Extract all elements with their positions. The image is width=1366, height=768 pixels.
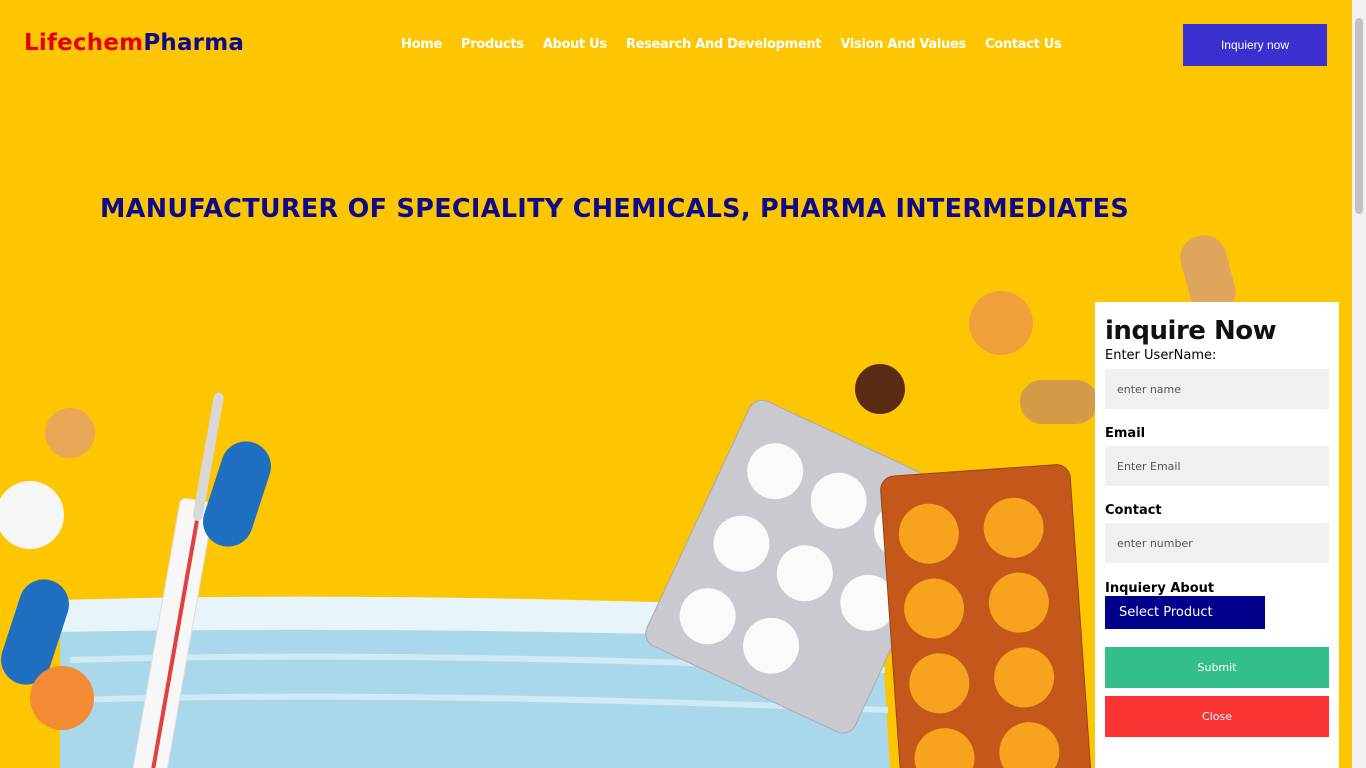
inquiry-form-panel: inquire Now Enter UserName: enter name E…: [1095, 302, 1339, 768]
nav-about-us[interactable]: About Us: [543, 37, 607, 52]
email-input[interactable]: Enter Email: [1105, 446, 1329, 486]
form-title: inquire Now: [1105, 316, 1277, 346]
logo-part-1: Lifechem: [24, 30, 144, 56]
contact-label: Contact: [1105, 503, 1162, 518]
nav-research[interactable]: Research And Development: [626, 37, 822, 52]
main-nav: Home Products About Us Research And Deve…: [401, 37, 1080, 52]
scrollbar-thumb[interactable]: [1355, 18, 1363, 214]
submit-button[interactable]: Submit: [1105, 647, 1329, 688]
hero-headline: MANUFACTURER OF SPECIALITY CHEMICALS, PH…: [100, 194, 1130, 224]
inquiry-about-label: Inquiery About: [1105, 581, 1215, 596]
close-button[interactable]: Close: [1105, 696, 1329, 737]
nav-vision-values[interactable]: Vision And Values: [840, 37, 966, 52]
nav-contact-us[interactable]: Contact Us: [985, 37, 1062, 52]
hero-section: LifechemPharma Home Products About Us Re…: [0, 0, 1352, 768]
inquiry-now-button[interactable]: Inquiery now: [1183, 24, 1327, 66]
product-select[interactable]: Select Product: [1105, 596, 1265, 629]
page-scrollbar[interactable]: [1352, 0, 1366, 768]
logo-part-2: Pharma: [143, 30, 245, 56]
nav-products[interactable]: Products: [461, 37, 524, 52]
username-input[interactable]: enter name: [1105, 369, 1329, 409]
site-logo[interactable]: LifechemPharma: [24, 30, 244, 56]
nav-home[interactable]: Home: [401, 37, 442, 52]
contact-input[interactable]: enter number: [1105, 523, 1329, 563]
email-label: Email: [1105, 426, 1146, 441]
username-label: Enter UserName:: [1105, 348, 1217, 363]
